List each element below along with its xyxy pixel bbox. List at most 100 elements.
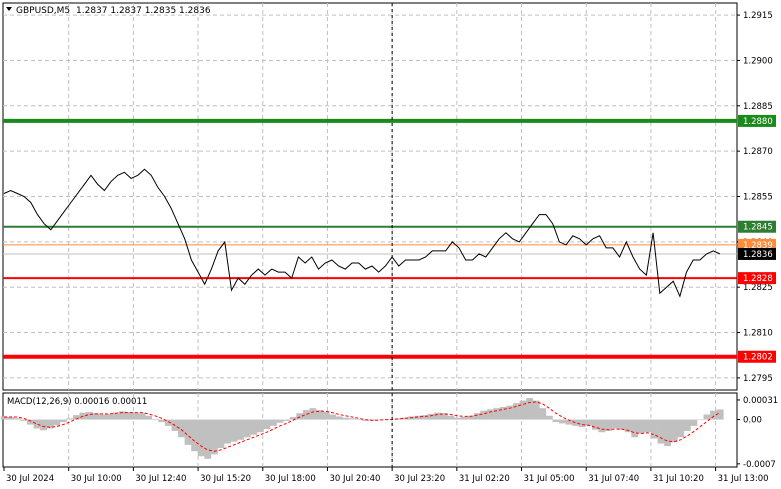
y-tick-label: 1.2915 xyxy=(743,11,773,21)
level-badge-label: 1.2828 xyxy=(743,274,773,284)
macd-bar xyxy=(657,419,665,444)
macd-bar xyxy=(427,413,435,420)
macd-bar xyxy=(250,419,258,435)
macd-bar xyxy=(197,419,205,457)
macd-bar xyxy=(105,413,113,420)
macd-bar xyxy=(145,415,153,420)
macd-bar xyxy=(690,419,698,426)
macd-bar xyxy=(335,416,343,420)
level-badge-label: 1.2802 xyxy=(743,353,773,363)
macd-bar xyxy=(552,419,560,423)
time-axis: 30 Jul 2024 30 Jul 10:00 30 Jul 12:40 30 Ju… xyxy=(3,467,769,484)
macd-bar xyxy=(611,419,619,429)
macd-bar xyxy=(33,419,41,429)
chart-root: 1.29151.29001.28851.28701.28551.28401.28… xyxy=(0,2,778,484)
macd-bar xyxy=(309,408,317,420)
x-tick-label: 31 Jul 07:40 xyxy=(588,474,639,484)
macd-bar xyxy=(263,419,271,430)
macd-bar xyxy=(532,400,540,420)
macd-bar xyxy=(204,419,212,459)
macd-bar xyxy=(270,419,277,426)
macd-bar xyxy=(486,409,494,420)
macd-bar xyxy=(664,419,672,447)
x-tick-label: 30 Jul 20:40 xyxy=(329,474,380,484)
macd-bar xyxy=(191,419,199,452)
macd-bar xyxy=(460,417,468,420)
x-tick-label: 31 Jul 02:20 xyxy=(459,474,510,484)
x-tick-label: 30 Jul 18:00 xyxy=(265,474,316,484)
macd-bar xyxy=(644,419,652,433)
y-tick-label: 1.2825 xyxy=(743,283,773,293)
macd-y-tick-label: 0.00031 xyxy=(743,396,778,406)
macd-bar xyxy=(670,419,678,443)
macd-bar xyxy=(237,419,245,440)
macd-bar xyxy=(86,411,93,420)
x-tick-label: 30 Jul 2024 xyxy=(6,474,54,484)
macd-bar xyxy=(184,419,192,445)
macd-bar xyxy=(66,418,74,420)
x-tick-label: 31 Jul 05:00 xyxy=(524,474,575,484)
x-tick-label: 30 Jul 23:20 xyxy=(394,474,445,484)
x-tick-label: 31 Jul 13:00 xyxy=(718,474,769,484)
symbol-header[interactable]: GBPUSD,M5 1.2837 1.2837 1.2835 1.2836 xyxy=(6,6,211,16)
macd-bar xyxy=(276,419,284,423)
macd-bar xyxy=(256,419,264,433)
macd-bar xyxy=(697,419,704,421)
y-tick-label: 1.2870 xyxy=(743,147,773,157)
level-badge-label: 1.2836 xyxy=(743,250,773,260)
symbol-label: GBPUSD,M5 xyxy=(16,6,70,16)
macd-bar xyxy=(683,419,691,431)
macd-bar xyxy=(598,419,606,433)
macd-bar xyxy=(125,411,133,420)
macd-y-axis: 0.00031 0.00 -0.0007 xyxy=(737,396,778,470)
macd-bar xyxy=(480,410,488,420)
x-tick-label: 30 Jul 15:20 xyxy=(200,474,251,484)
y-tick-label: 1.2855 xyxy=(743,193,773,203)
x-tick-label: 30 Jul 12:40 xyxy=(135,474,186,484)
macd-bar xyxy=(283,419,291,421)
macd-bar xyxy=(572,419,580,426)
macd-bar xyxy=(578,419,586,428)
x-tick-label: 30 Jul 10:00 xyxy=(71,474,122,484)
macd-bar xyxy=(618,419,626,430)
macd-bar xyxy=(631,419,639,438)
macd-bar xyxy=(132,412,139,420)
macd-bar xyxy=(302,410,310,420)
macd-bar xyxy=(703,414,711,420)
macd-bar xyxy=(434,412,442,420)
macd-bar xyxy=(447,415,455,420)
ohlc-values: 1.2837 1.2837 1.2835 1.2836 xyxy=(76,6,211,16)
macd-bar xyxy=(677,419,685,438)
macd-bar xyxy=(59,419,67,423)
macd-bar xyxy=(53,419,61,426)
macd-bar xyxy=(559,419,566,424)
macd-bar xyxy=(210,419,218,455)
macd-bar xyxy=(637,419,645,434)
y-tick-label: 1.2810 xyxy=(743,329,773,339)
macd-bar xyxy=(322,411,330,420)
price-y-axis: 1.29151.29001.28851.28701.28551.28401.28… xyxy=(737,11,773,384)
macd-y-tick-label: 0.00 xyxy=(743,416,762,426)
macd-bar xyxy=(243,419,251,438)
macd-bar xyxy=(138,413,146,420)
macd-bar xyxy=(355,419,363,421)
macd-y-tick-label: -0.0007 xyxy=(743,460,776,470)
level-badge-label: 1.2880 xyxy=(743,117,773,127)
macd-bar xyxy=(342,417,350,420)
x-tick-label: 31 Jul 10:20 xyxy=(653,474,704,484)
macd-bar xyxy=(289,417,297,420)
macd-bar xyxy=(526,398,534,420)
macd-bar xyxy=(217,419,225,449)
macd-bar xyxy=(224,419,231,444)
y-tick-label: 1.2795 xyxy=(743,374,773,384)
y-tick-label: 1.2885 xyxy=(743,102,773,112)
macd-bar xyxy=(539,408,547,420)
macd-bar xyxy=(453,417,461,420)
macd-bar xyxy=(99,414,107,420)
macd-bar xyxy=(13,418,21,420)
macd-bar xyxy=(329,414,337,420)
macd-bar xyxy=(40,419,47,431)
macd-bar xyxy=(716,409,724,420)
macd-bar xyxy=(348,418,356,420)
macd-bar xyxy=(230,419,238,442)
